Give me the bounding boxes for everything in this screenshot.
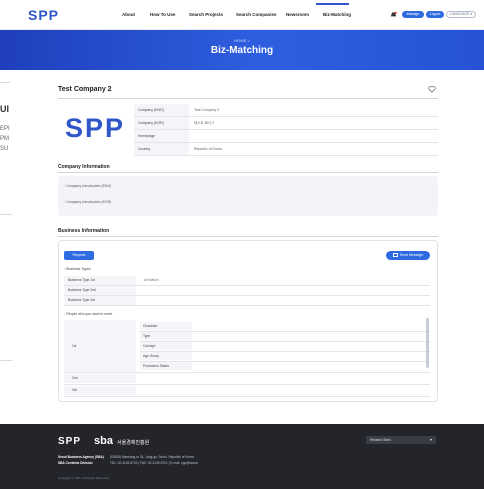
info-row: Country Republic of Korea — [134, 143, 438, 156]
footer-contact: TEL. 02-3149-8700 | FAX. 02-3149-8701 | … — [110, 461, 199, 465]
nav-biz-matching[interactable]: Biz-Matching — [323, 12, 351, 17]
info-label: Company (ENG) — [134, 104, 189, 116]
info-row: Company (KOR) 테스트 회사 2 — [134, 117, 438, 130]
nav-search-companies[interactable]: Search Companies — [236, 12, 277, 17]
send-message-label: Send Message — [399, 253, 424, 257]
site-logo[interactable]: SPP — [28, 7, 59, 23]
business-type-row: Business Type 1st Animation — [64, 276, 430, 286]
company-intro-kor[interactable]: Company Introduction (KOR) — [64, 200, 111, 204]
table-divider — [140, 331, 430, 332]
business-types-label: Business Types — [64, 267, 90, 271]
info-value: Republic of Korea — [194, 147, 222, 151]
notification-bell-icon[interactable] — [390, 11, 397, 19]
people-field-type: Type — [140, 332, 192, 340]
top-navigation: SPP About How To Use Search Projects Sea… — [0, 0, 484, 30]
related-sites-label: Related Sites — [370, 438, 391, 442]
company-information-title: Company Information — [58, 164, 110, 170]
people-row-3rd: 3rd — [64, 386, 136, 395]
footer-contents-label: SBA Contents Division — [58, 461, 93, 465]
side-fragment: UI — [0, 104, 9, 114]
people-field-character: Character — [140, 322, 192, 330]
section-divider — [58, 236, 438, 237]
info-value: 테스트 회사 2 — [194, 121, 214, 125]
business-type-key: Business Type 3rd — [64, 296, 136, 305]
side-fragment: SU — [0, 146, 9, 152]
people-field-concept: Concept — [140, 342, 192, 350]
chevron-down-icon: ▾ — [429, 437, 432, 442]
table-divider — [140, 341, 430, 342]
logout-button[interactable]: Logout — [426, 11, 444, 18]
footer-sba-korean-name: 서울경제진흥원 — [117, 440, 150, 446]
info-label: Country — [134, 143, 189, 155]
nav-how-to-use[interactable]: How To Use — [150, 12, 175, 17]
business-type-row: Business Type 3rd — [64, 296, 430, 306]
side-divider — [0, 214, 12, 215]
company-intro-eng[interactable]: Company Introduction (ENG) — [64, 184, 111, 188]
table-divider — [140, 361, 430, 362]
people-row-1st: 1st — [64, 320, 136, 372]
nav-search-projects[interactable]: Search Projects — [189, 12, 223, 17]
side-fragment: EPI — [0, 126, 10, 132]
people-field-age-group: Age Group — [140, 352, 192, 360]
company-logo: SPP — [65, 113, 126, 143]
table-scrollbar[interactable] — [426, 318, 429, 368]
info-row: Homepage — [134, 130, 438, 143]
page-title: Biz-Matching — [210, 45, 274, 56]
section-divider — [58, 98, 438, 99]
people-row-label: 1st — [72, 344, 77, 348]
manage-button[interactable]: Manage — [402, 11, 424, 18]
table-divider — [140, 351, 430, 352]
side-divider — [0, 360, 12, 361]
people-field-production-status: Production Status — [140, 362, 192, 370]
envelope-icon — [392, 253, 398, 258]
people-row-2nd: 2nd — [64, 374, 136, 383]
info-label: Company (KOR) — [134, 117, 189, 129]
business-information-title: Business Information — [58, 228, 110, 234]
info-row: Company (ENG) Test Company 2 — [134, 104, 438, 117]
request-button[interactable]: Request — [64, 251, 94, 260]
breadcrumb[interactable]: HOME > — [0, 38, 484, 43]
company-name: Test Company 2 — [58, 86, 112, 93]
related-sites-select[interactable]: Related Sites ▾ — [366, 436, 436, 444]
business-type-row: Business Type 2nd — [64, 286, 430, 296]
company-information-box — [58, 176, 438, 216]
info-value: Test Company 2 — [194, 108, 220, 112]
side-divider — [0, 82, 10, 83]
active-nav-indicator — [316, 3, 349, 5]
footer-agency-label: Seoul Business Agency (SBA) — [58, 455, 104, 459]
send-message-button[interactable]: Send Message — [386, 251, 430, 260]
footer-spp-logo: SPP — [58, 436, 82, 447]
table-divider — [64, 372, 430, 373]
info-label: Homepage — [134, 130, 189, 142]
footer-address: (03925) Maebong-ro 31, Jung-gu, Seoul, R… — [110, 455, 194, 459]
nav-about[interactable]: About — [122, 12, 135, 17]
table-divider — [64, 396, 430, 397]
side-fragment: PM — [0, 136, 9, 142]
page-hero: HOME > Biz-Matching — [0, 30, 484, 70]
footer-sba-logo: sba — [94, 435, 113, 447]
favorite-heart-icon[interactable] — [428, 86, 436, 93]
business-type-value: Animation — [144, 278, 159, 282]
nav-newsroom[interactable]: Newsroom — [286, 12, 309, 17]
people-to-meet-label: People who you want to meet — [64, 312, 112, 316]
business-type-key: Business Type 2nd — [64, 286, 136, 295]
language-select[interactable]: LANGUAGE ▾ — [446, 11, 476, 18]
section-divider — [58, 172, 438, 173]
footer-copyright: Copyright © SBA. All Rights Reserved. — [58, 476, 110, 480]
business-type-key: Business Type 1st — [64, 276, 136, 285]
table-divider — [64, 384, 430, 385]
